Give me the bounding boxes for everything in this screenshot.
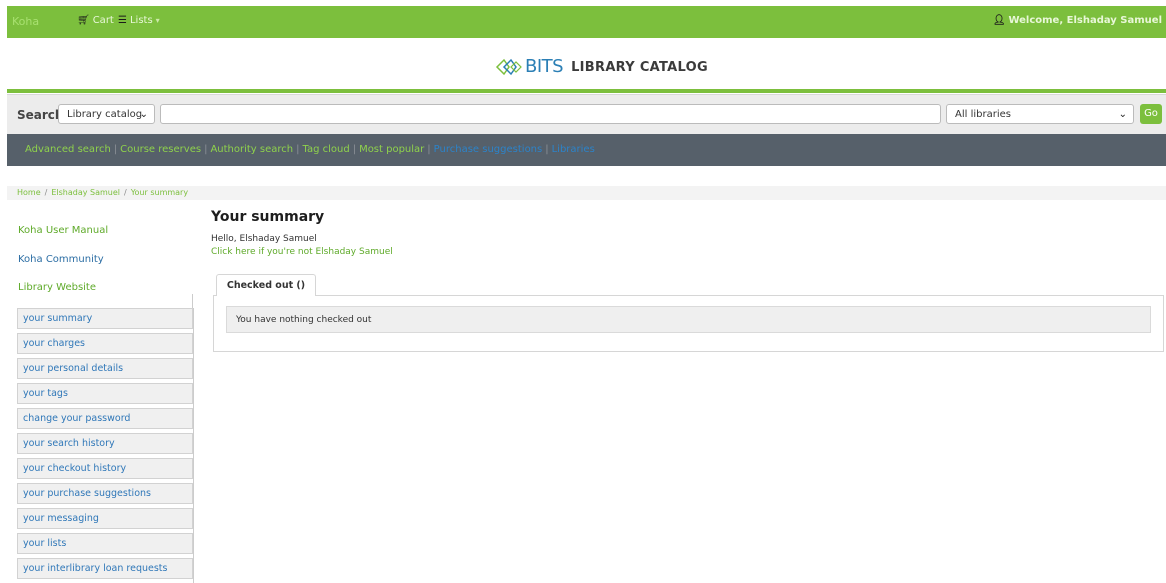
- advanced-search-link[interactable]: Advanced search: [25, 144, 111, 155]
- most-popular-link[interactable]: Most popular: [359, 144, 424, 155]
- menu-item-tags[interactable]: your tags: [17, 383, 193, 404]
- breadcrumb-separator: /: [124, 188, 127, 197]
- koha-community-link[interactable]: Koha Community: [18, 254, 104, 265]
- lists-label: Lists: [129, 15, 153, 26]
- course-reserves-link[interactable]: Course reserves: [120, 144, 201, 155]
- chevron-down-icon: ⌄: [139, 109, 148, 120]
- separator: |: [427, 144, 431, 155]
- purchase-suggestions-link[interactable]: Purchase suggestions: [434, 144, 543, 155]
- tag-cloud-link[interactable]: Tag cloud: [303, 144, 350, 155]
- library-website-link[interactable]: Library Website: [18, 282, 96, 293]
- tab-checked-out[interactable]: Checked out (): [216, 274, 316, 296]
- empty-checkouts-message: You have nothing checked out: [226, 306, 1151, 333]
- breadcrumb-user[interactable]: Elshaday Samuel: [51, 188, 120, 197]
- menu-item-lists[interactable]: your lists: [17, 533, 193, 554]
- separator: |: [296, 144, 300, 155]
- logo-text: BITS: [525, 56, 564, 77]
- menu-item-change-password[interactable]: change your password: [17, 408, 193, 429]
- breadcrumb: Home / Elshaday Samuel / Your summary: [7, 186, 1166, 200]
- cart-icon: 🛒︎: [77, 15, 90, 26]
- search-scope-select[interactable]: Library catalog ⌄: [58, 104, 155, 124]
- menu-item-checkout-history[interactable]: your checkout history: [17, 458, 193, 479]
- menu-item-personal-details[interactable]: your personal details: [17, 358, 193, 379]
- list-icon: ☰: [118, 15, 127, 26]
- library-logo[interactable]: BITS LIBRARY CATALOG: [495, 55, 708, 79]
- more-searches-bar: Advanced search | Course reserves | Auth…: [7, 134, 1166, 166]
- libraries-link[interactable]: Libraries: [552, 144, 595, 155]
- chevron-down-icon: ⌄: [1118, 109, 1127, 120]
- koha-user-manual-link[interactable]: Koha User Manual: [18, 225, 108, 236]
- library-select[interactable]: All libraries ⌄: [946, 104, 1134, 124]
- library-select-value: All libraries: [955, 109, 1011, 120]
- breadcrumb-current[interactable]: Your summary: [131, 188, 188, 197]
- search-input[interactable]: [160, 104, 941, 124]
- chevron-down-icon: ▾: [155, 16, 160, 25]
- authority-search-link[interactable]: Authority search: [210, 144, 293, 155]
- page-header: BITS LIBRARY CATALOG: [7, 38, 1166, 93]
- cart-label: Cart: [92, 15, 114, 26]
- breadcrumb-separator: /: [44, 188, 48, 197]
- not-you-link[interactable]: Click here if you're not Elshaday Samuel: [211, 247, 393, 257]
- greeting-text: Hello, Elshaday Samuel: [211, 234, 317, 244]
- cart-button[interactable]: 🛒︎ Cart: [77, 15, 114, 26]
- koha-brand-link[interactable]: Koha: [12, 15, 39, 28]
- search-bar: Search Library catalog ⌄ All libraries ⌄…: [7, 94, 1166, 135]
- breadcrumb-home[interactable]: Home: [17, 188, 41, 197]
- search-label: Search: [17, 108, 64, 122]
- top-navbar: Koha 🛒︎ Cart ☰ Lists ▾ 👤︎ Welcome, Elshaday …: [7, 6, 1166, 38]
- user-welcome-link[interactable]: 👤︎ Welcome, Elshaday Samuel: [993, 15, 1162, 26]
- menu-item-purchase-suggestions[interactable]: your purchase suggestions: [17, 483, 193, 504]
- menu-item-summary[interactable]: your summary: [17, 308, 193, 329]
- menu-item-ill-requests[interactable]: your interlibrary loan requests: [17, 558, 193, 579]
- user-menu: your summary your charges your personal …: [17, 294, 194, 583]
- separator: |: [352, 144, 357, 155]
- separator: |: [545, 144, 549, 155]
- more-searches-list: Advanced search | Course reserves | Auth…: [25, 144, 595, 155]
- page-title: Your summary: [211, 209, 325, 225]
- user-icon: 👤︎: [992, 15, 1006, 26]
- menu-item-charges[interactable]: your charges: [17, 333, 193, 354]
- separator: |: [113, 144, 118, 155]
- lists-menu-button[interactable]: ☰ Lists ▾: [118, 15, 160, 26]
- logo-tagline: LIBRARY CATALOG: [571, 59, 708, 75]
- bits-logo-icon: [495, 58, 522, 76]
- go-button[interactable]: Go: [1140, 104, 1162, 124]
- menu-item-search-history[interactable]: your search history: [17, 433, 193, 454]
- menu-item-messaging[interactable]: your messaging: [17, 508, 193, 529]
- separator: |: [204, 144, 208, 155]
- search-scope-value: Library catalog: [67, 109, 143, 120]
- welcome-label: Welcome, Elshaday Samuel: [1008, 15, 1162, 26]
- menu-divider: [192, 294, 193, 308]
